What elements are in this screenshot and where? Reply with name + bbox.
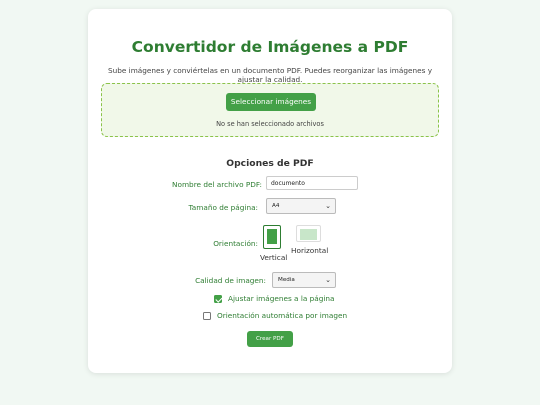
upload-dropzone[interactable]: Seleccionar imágenes No se han seleccion… (101, 83, 439, 137)
chevron-down-icon: ⌄ (325, 202, 331, 210)
page-title: Convertidor de Imágenes a PDF (131, 38, 409, 56)
quality-select[interactable]: Media ⌄ (272, 272, 336, 288)
quality-label: Calidad de imagen: (195, 276, 266, 285)
page-size-select[interactable]: A4 ⌄ (266, 198, 336, 214)
portrait-page-icon (267, 229, 277, 244)
chevron-down-icon: ⌄ (325, 276, 331, 284)
quality-value: Media (278, 277, 295, 283)
orientation-label: Orientación: (213, 239, 258, 248)
auto-orientation-label: Orientación automática por imagen (217, 311, 348, 320)
fit-images-label: Ajustar imágenes a la página (228, 294, 335, 303)
orientation-horizontal-label: Horizontal (291, 246, 329, 255)
orientation-vertical-option[interactable] (263, 225, 281, 249)
page-size-label: Tamaño de página: (188, 203, 258, 212)
create-pdf-button[interactable]: Crear PDF (247, 331, 293, 347)
landscape-page-icon (300, 228, 317, 240)
auto-orientation-checkbox[interactable] (203, 312, 211, 320)
select-images-button[interactable]: Seleccionar imágenes (226, 93, 316, 111)
fit-images-checkbox[interactable] (214, 295, 223, 303)
converter-card: Convertidor de Imágenes a PDF Sube imáge… (88, 9, 452, 373)
orientation-horizontal-option[interactable] (296, 225, 321, 242)
check-icon (215, 295, 223, 303)
file-status-text: No se han seleccionado archivos (216, 120, 324, 128)
pdf-options-title: Opciones de PDF (226, 158, 314, 169)
filename-label: Nombre del archivo PDF: (172, 180, 262, 189)
filename-input[interactable] (266, 176, 358, 190)
page-size-value: A4 (272, 203, 280, 209)
orientation-vertical-label: Vertical (260, 253, 288, 262)
page-subtitle: Sube imágenes y conviértelas en un docum… (107, 66, 433, 84)
